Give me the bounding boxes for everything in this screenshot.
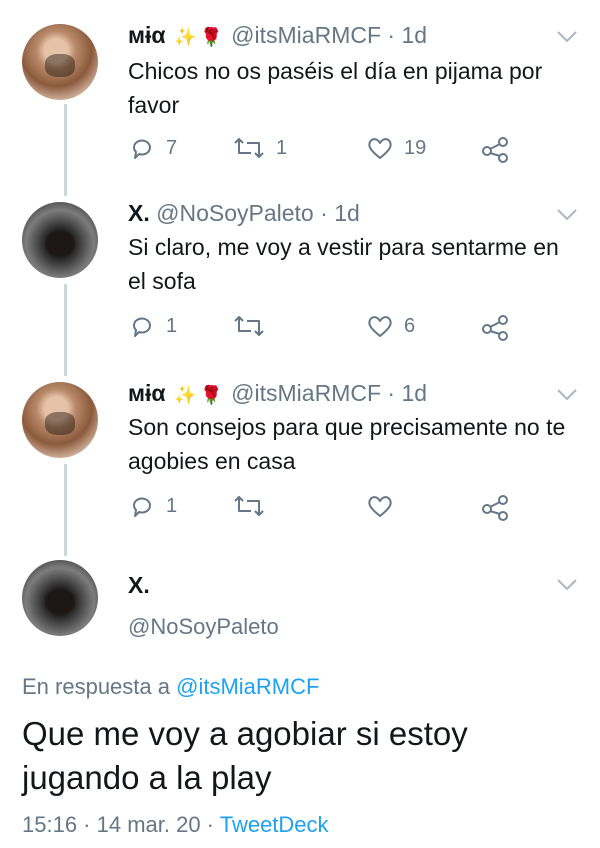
reply-button[interactable]: 1 [128,492,177,520]
avatar[interactable] [22,24,98,100]
avatar[interactable] [22,560,98,636]
share-button[interactable] [480,492,510,522]
tweet-header: X. @NoSoyPaleto · 1d [128,200,360,227]
reply-count: 1 [166,314,178,337]
reply-icon [133,497,151,517]
retweet-button[interactable] [232,312,276,340]
retweet-icon [234,138,264,158]
reply-button[interactable]: 1 [128,312,177,340]
display-name[interactable]: ᴍɨα [128,380,166,406]
tweet-text: Si claro, me voy a vestir para sentarme … [128,234,559,294]
share-icon [482,495,508,521]
like-button[interactable] [366,492,404,520]
display-name[interactable]: X. [128,572,150,598]
main-tweet-name: X. [128,572,150,599]
avatar[interactable] [22,202,98,278]
reply-count: 7 [166,136,178,159]
retweet-count: 1 [276,136,288,159]
like-button[interactable]: 19 [366,134,426,162]
like-icon [368,138,392,159]
retweet-button[interactable] [232,492,276,520]
tweet-header: ᴍɨα ✨ 🌹 @itsMiaRMCF · 1d [128,380,427,407]
chevron-down-icon[interactable] [556,208,578,222]
thread-line [64,284,67,376]
tweet-text: Son consejos para que precisamente no te… [128,414,566,474]
sparkles-emoji: ✨ [173,385,197,405]
tweet-actions: 1 6 [128,312,528,344]
chevron-down-icon[interactable] [556,578,578,592]
reply-handle-link[interactable]: @itsMiaRMCF [176,674,319,699]
client-link[interactable]: TweetDeck [220,812,329,837]
separator: · [320,200,328,226]
handle[interactable]: @itsMiaRMCF [231,380,381,406]
reply-count: 1 [166,494,178,517]
share-icon [482,315,508,341]
rose-emoji: 🌹 [200,27,223,47]
tweet-text: Chicos no os paséis el día en pijama por… [128,58,543,118]
handle[interactable]: @itsMiaRMCF [231,22,381,48]
chevron-down-icon[interactable] [556,30,578,44]
retweet-icon [234,316,264,336]
like-count: 19 [404,136,427,159]
reply-icon [133,139,151,159]
timestamp[interactable]: 1d [401,22,427,48]
reply-prefix: En respuesta a [22,674,170,699]
share-button[interactable] [480,134,510,164]
retweet-button[interactable]: 1 [232,134,287,162]
reply-icon [133,317,151,337]
main-tweet-text: Que me voy a agobiar si estoy jugando a … [22,715,468,796]
like-icon [368,316,392,337]
handle[interactable]: @NoSoyPaleto [156,200,314,226]
separator: · [387,380,396,406]
display-name[interactable]: X. [128,200,150,226]
share-button[interactable] [480,312,510,342]
tweet-header: ᴍɨα ✨ 🌹 @itsMiaRMCF · 1d [128,22,427,49]
reply-button[interactable]: 7 [128,134,177,162]
like-button[interactable]: 6 [366,312,415,340]
chevron-down-icon[interactable] [556,388,578,402]
thread-line [64,464,67,556]
thread-line [64,104,67,196]
display-name[interactable]: ᴍɨα [128,22,166,48]
like-count: 6 [404,314,416,337]
handle[interactable]: @NoSoyPaleto [128,614,279,640]
tweet-actions: 1 [128,492,528,524]
tweet-timestamp: 15:16 · 14 mar. 20 · [22,812,214,837]
like-icon [368,496,392,517]
retweet-icon [234,496,264,516]
timestamp[interactable]: 1d [334,200,360,226]
tweet-actions: 7 1 19 [128,134,528,166]
share-icon [482,137,508,163]
timestamp[interactable]: 1d [401,380,427,406]
avatar[interactable] [22,382,98,458]
sparkles-emoji: ✨ [173,27,197,47]
reply-context: En respuesta a @itsMiaRMCF [22,674,319,700]
tweet-footer: 15:16 · 14 mar. 20 · TweetDeck [22,812,329,838]
separator: · [387,22,396,48]
rose-emoji: 🌹 [200,385,223,405]
